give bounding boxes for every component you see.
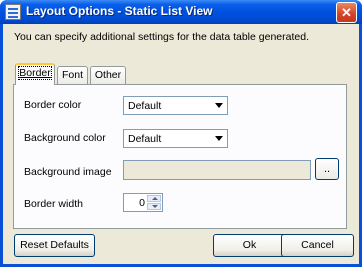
chevron-down-icon[interactable]: [215, 103, 223, 108]
tab-font[interactable]: Font: [57, 66, 88, 84]
title-bar[interactable]: Layout Options - Static List View ✕: [0, 0, 362, 24]
reset-defaults-button[interactable]: Reset Defaults: [14, 234, 95, 257]
spin-up-icon[interactable]: [147, 195, 161, 202]
window-title: Layout Options - Static List View: [26, 4, 213, 18]
background-image-field[interactable]: [123, 160, 311, 180]
border-width-stepper[interactable]: 0: [123, 193, 163, 212]
background-color-label: Background color: [24, 132, 106, 144]
spin-down-icon[interactable]: [147, 203, 161, 210]
tab-border[interactable]: Border: [15, 63, 55, 85]
browse-button[interactable]: ..: [315, 158, 339, 180]
background-image-label: Background image: [24, 166, 112, 178]
border-color-label: Border color: [24, 99, 82, 111]
close-icon[interactable]: ✕: [336, 2, 357, 23]
border-color-value: Default: [128, 100, 162, 112]
border-width-value: 0: [139, 197, 145, 209]
app-list-icon: [5, 4, 21, 20]
description-text: You can specify additional settings for …: [14, 31, 309, 43]
background-color-select[interactable]: Default: [123, 129, 228, 148]
ok-button[interactable]: Ok: [213, 234, 286, 257]
background-color-value: Default: [128, 133, 162, 145]
chevron-down-icon[interactable]: [215, 136, 223, 141]
border-width-label: Border width: [24, 198, 83, 210]
tab-other[interactable]: Other: [90, 66, 126, 84]
spin-buttons: [147, 195, 161, 210]
cancel-button[interactable]: Cancel: [281, 234, 354, 257]
border-color-select[interactable]: Default: [123, 96, 228, 115]
